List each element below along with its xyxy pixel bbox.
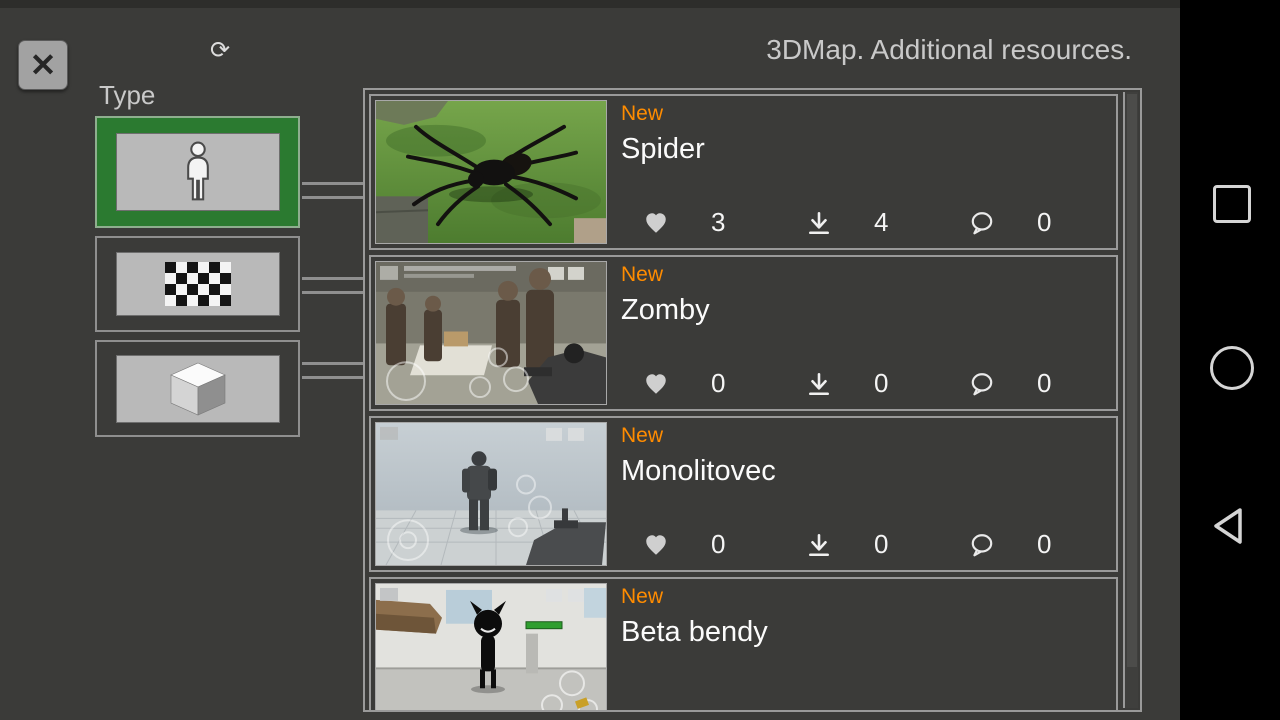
card-info: New Beta bendy <box>611 579 1116 710</box>
connector-line <box>302 196 363 199</box>
comment-icon <box>971 533 993 556</box>
likes-stat: 0 <box>621 529 784 560</box>
scrollbar-track[interactable] <box>1123 92 1138 708</box>
stats-row: 0 0 0 <box>621 529 1110 560</box>
download-icon <box>809 211 829 234</box>
recents-square-icon[interactable] <box>1213 185 1251 223</box>
download-icon <box>809 372 829 395</box>
downloads-stat: 0 <box>784 529 947 560</box>
card-info: New Monolitovec 0 0 0 <box>611 418 1116 570</box>
android-nav-bar <box>1180 0 1280 720</box>
back-triangle-icon[interactable] <box>1208 506 1252 546</box>
comments-stat: 0 <box>947 529 1110 560</box>
card-info: New Zomby 0 0 0 <box>611 257 1116 409</box>
refresh-icon[interactable]: ⟳ <box>210 36 230 65</box>
comments-count: 0 <box>1037 529 1052 559</box>
monolitovec-thumbnail <box>375 422 607 566</box>
resource-name: Monolitovec <box>621 455 776 487</box>
likes-stat: 0 <box>621 368 784 399</box>
type-filter-characters[interactable] <box>95 116 300 228</box>
stats-row: 0 0 0 <box>621 368 1110 399</box>
resource-name: Beta bendy <box>621 616 768 648</box>
resource-card-zomby[interactable]: New Zomby 0 0 0 <box>369 255 1118 411</box>
comments-stat: 0 <box>947 368 1110 399</box>
new-badge: New <box>621 102 664 125</box>
likes-count: 0 <box>711 529 726 559</box>
comment-icon <box>971 211 993 234</box>
new-badge: New <box>621 263 664 286</box>
resource-list: New Spider 3 4 0 New Zomby 0 0 0 New Mon… <box>363 88 1142 712</box>
texture-icon <box>115 252 280 316</box>
downloads-count: 0 <box>874 529 889 559</box>
type-label: Type <box>99 80 156 110</box>
spider-thumbnail <box>375 100 607 244</box>
connector-line <box>302 291 363 294</box>
download-icon <box>809 533 829 556</box>
downloads-stat: 0 <box>784 368 947 399</box>
close-icon: ✕ <box>29 47 57 83</box>
type-filter-textures[interactable] <box>95 236 300 332</box>
connector-line <box>302 362 363 365</box>
heart-icon <box>646 534 666 555</box>
beta-bendy-thumbnail <box>375 583 607 710</box>
zomby-thumbnail <box>375 261 607 405</box>
status-strip <box>0 0 1180 8</box>
likes-count: 3 <box>711 207 726 237</box>
comments-count: 0 <box>1037 368 1052 398</box>
connector-line <box>302 277 363 280</box>
character-icon <box>115 133 280 211</box>
page-title: 3DMap. Additional resources. <box>766 34 1132 65</box>
likes-count: 0 <box>711 368 726 398</box>
card-info: New Spider 3 4 0 <box>611 96 1116 248</box>
comments-stat: 0 <box>947 207 1110 238</box>
downloads-count: 4 <box>874 207 889 237</box>
heart-icon <box>646 212 666 233</box>
resource-name: Zomby <box>621 294 710 326</box>
new-badge: New <box>621 585 664 608</box>
resource-name: Spider <box>621 133 705 165</box>
home-circle-icon[interactable] <box>1210 346 1254 390</box>
heart-icon <box>646 373 666 394</box>
resource-card-monolitovec[interactable]: New Monolitovec 0 0 0 <box>369 416 1118 572</box>
stats-row: 3 4 0 <box>621 207 1110 238</box>
downloads-stat: 4 <box>784 207 947 238</box>
comment-icon <box>971 372 993 395</box>
likes-stat: 3 <box>621 207 784 238</box>
connector-line <box>302 182 363 185</box>
connector-line <box>302 376 363 379</box>
close-button[interactable]: ✕ <box>18 40 68 90</box>
type-filter-objects[interactable] <box>95 340 300 437</box>
comments-count: 0 <box>1037 207 1052 237</box>
resource-card-beta-bendy[interactable]: New Beta bendy <box>369 577 1118 710</box>
object-cube-icon <box>115 354 280 423</box>
scrollbar-thumb[interactable] <box>1127 94 1137 667</box>
app-screen: ✕ ⟳ 3DMap. Additional resources. Type Ne… <box>0 0 1280 720</box>
downloads-count: 0 <box>874 368 889 398</box>
resource-card-spider[interactable]: New Spider 3 4 0 <box>369 94 1118 250</box>
new-badge: New <box>621 424 664 447</box>
